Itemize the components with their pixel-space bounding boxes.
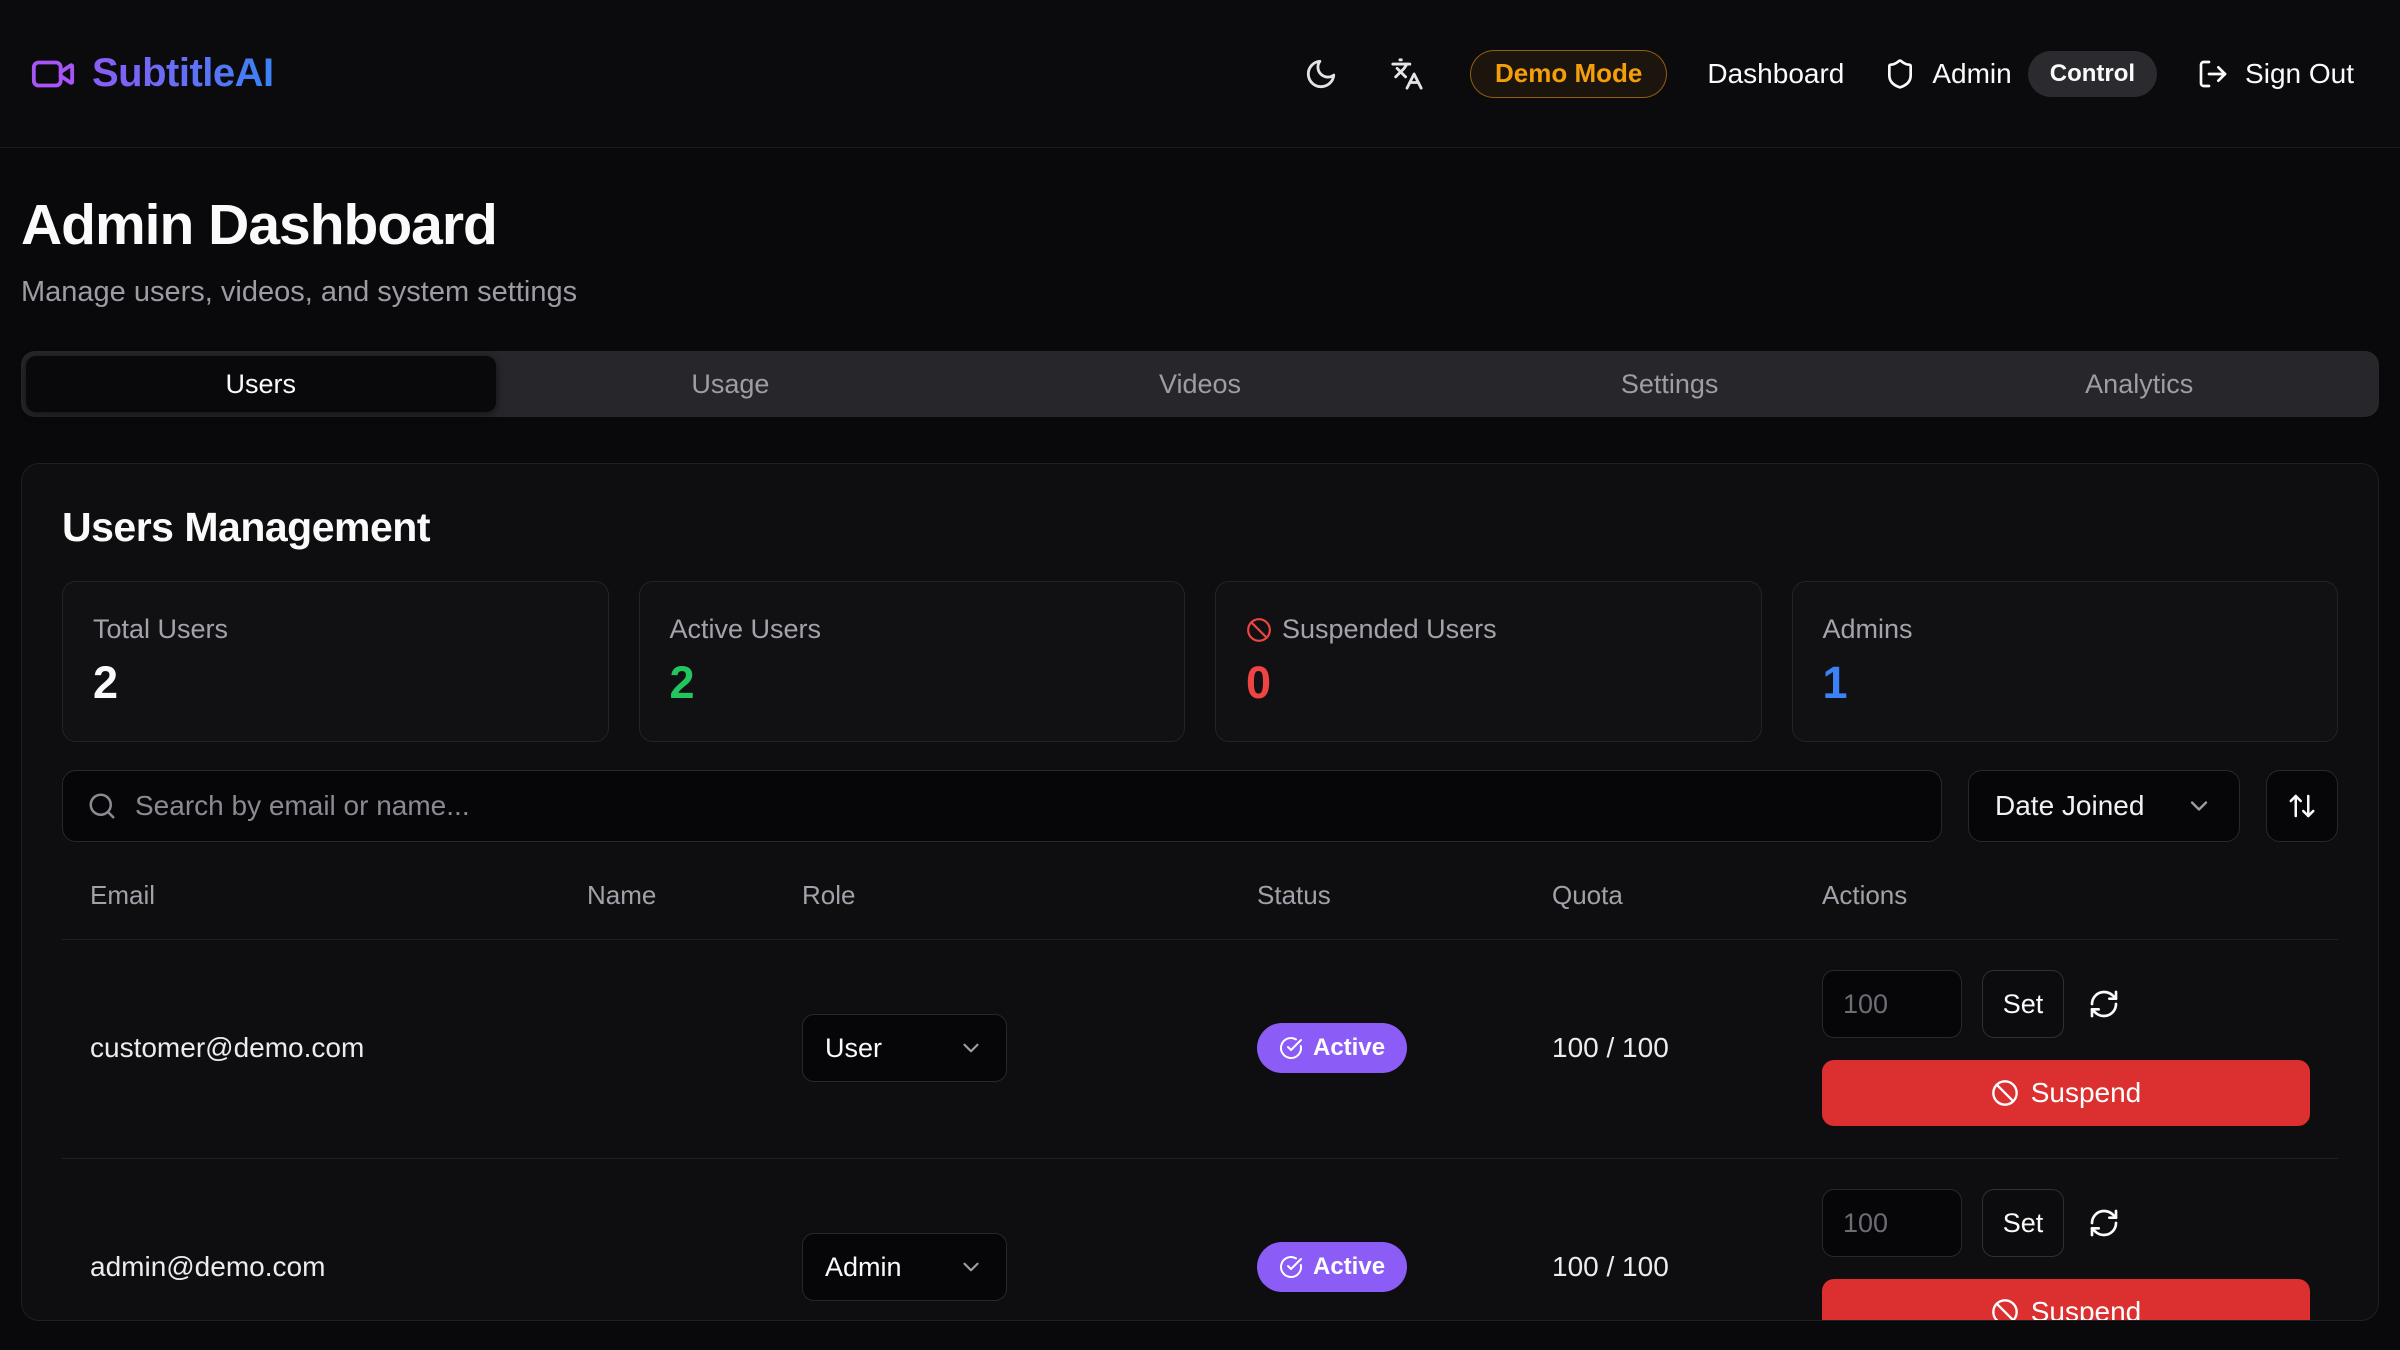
- tab-settings[interactable]: Settings: [1435, 356, 1905, 412]
- refresh-icon: [2088, 988, 2120, 1020]
- role-select[interactable]: User: [802, 1014, 1007, 1082]
- check-circle-icon: [1279, 1255, 1303, 1279]
- column-header-email: Email: [90, 880, 587, 911]
- page-title: Admin Dashboard: [21, 192, 2379, 258]
- user-quota: 100 / 100: [1552, 1251, 1822, 1283]
- stat-card-total-users: Total Users 2: [62, 581, 609, 742]
- set-quota-button[interactable]: Set: [1982, 970, 2064, 1038]
- column-header-status: Status: [1257, 880, 1552, 911]
- check-circle-icon: [1279, 1036, 1303, 1060]
- table-row: customer@demo.com User: [62, 940, 2338, 1159]
- stat-value: 2: [670, 657, 1155, 709]
- tab-videos[interactable]: Videos: [965, 356, 1435, 412]
- page-subtitle: Manage users, videos, and system setting…: [21, 276, 2379, 309]
- quota-input[interactable]: [1822, 970, 1962, 1038]
- role-select-value: User: [825, 1033, 882, 1064]
- sign-out-button[interactable]: Sign Out: [2197, 58, 2354, 90]
- main-content: Admin Dashboard Manage users, videos, an…: [0, 192, 2400, 1321]
- stat-card-suspended-users: Suspended Users 0: [1215, 581, 1762, 742]
- admin-indicator: Admin Control: [1884, 51, 2157, 97]
- search-input[interactable]: [135, 790, 1917, 822]
- nav-right: Demo Mode Dashboard Admin Control Sign O…: [1298, 50, 2354, 98]
- column-header-role: Role: [802, 880, 1257, 911]
- user-quota: 100 / 100: [1552, 1032, 1822, 1064]
- brand-logo[interactable]: SubtitleAI: [30, 51, 274, 97]
- column-header-actions: Actions: [1822, 880, 2310, 911]
- dashboard-link[interactable]: Dashboard: [1707, 58, 1844, 90]
- quota-actions: Set: [1822, 970, 2310, 1038]
- admin-label: Admin: [1932, 58, 2011, 90]
- quota-input[interactable]: [1822, 1189, 1962, 1257]
- table-row: admin@demo.com Admin: [62, 1159, 2338, 1321]
- tab-analytics[interactable]: Analytics: [1904, 356, 2374, 412]
- brand-name: SubtitleAI: [92, 51, 274, 96]
- sign-out-label: Sign Out: [2245, 58, 2354, 90]
- log-out-icon: [2197, 58, 2229, 90]
- role-select-value: Admin: [825, 1252, 902, 1283]
- ban-icon: [1991, 1079, 2019, 1107]
- stat-value: 2: [93, 657, 578, 709]
- user-email: admin@demo.com: [90, 1251, 587, 1283]
- theme-toggle-button[interactable]: [1298, 51, 1344, 97]
- ban-icon: [1246, 617, 1272, 643]
- stat-card-admins: Admins 1: [1792, 581, 2339, 742]
- ban-icon: [1991, 1298, 2019, 1321]
- shield-icon: [1884, 58, 1916, 90]
- suspend-button-label: Suspend: [2031, 1077, 2142, 1109]
- table-header-row: Email Name Role Status Quota Actions: [62, 880, 2338, 940]
- sort-field-select[interactable]: Date Joined: [1968, 770, 2240, 842]
- stat-cards: Total Users 2 Active Users 2 Suspended U…: [62, 581, 2338, 742]
- chevron-down-icon: [958, 1035, 984, 1061]
- user-email: customer@demo.com: [90, 1032, 587, 1064]
- refresh-icon: [2088, 1207, 2120, 1239]
- stat-value: 0: [1246, 657, 1731, 709]
- quota-actions: Set: [1822, 1189, 2310, 1257]
- stat-card-active-users: Active Users 2: [639, 581, 1186, 742]
- stat-label: Total Users: [93, 614, 578, 645]
- status-badge: Active: [1257, 1023, 1407, 1073]
- stat-value: 1: [1823, 657, 2308, 709]
- stat-label: Admins: [1823, 614, 2308, 645]
- suspend-button[interactable]: Suspend: [1822, 1060, 2310, 1126]
- refresh-quota-button[interactable]: [2084, 984, 2124, 1024]
- panel-title: Users Management: [62, 504, 2338, 551]
- tab-bar: Users Usage Videos Settings Analytics: [21, 351, 2379, 417]
- search-box: [62, 770, 1942, 842]
- suspend-button[interactable]: Suspend: [1822, 1279, 2310, 1321]
- language-button[interactable]: [1384, 51, 1430, 97]
- top-nav: SubtitleAI Demo Mode Dashboard: [0, 0, 2400, 148]
- column-header-quota: Quota: [1552, 880, 1822, 911]
- video-camera-icon: [30, 51, 76, 97]
- control-badge[interactable]: Control: [2028, 51, 2157, 97]
- suspend-button-label: Suspend: [2031, 1296, 2142, 1321]
- sort-direction-button[interactable]: [2266, 770, 2338, 842]
- column-header-name: Name: [587, 880, 802, 911]
- tab-usage[interactable]: Usage: [496, 356, 966, 412]
- role-select[interactable]: Admin: [802, 1233, 1007, 1301]
- status-badge: Active: [1257, 1242, 1407, 1292]
- row-actions: Set: [1822, 970, 2310, 1126]
- refresh-quota-button[interactable]: [2084, 1203, 2124, 1243]
- demo-mode-badge: Demo Mode: [1470, 50, 1667, 98]
- set-quota-button[interactable]: Set: [1982, 1189, 2064, 1257]
- arrow-up-down-icon: [2287, 791, 2317, 821]
- moon-icon: [1304, 57, 1338, 91]
- users-table: Email Name Role Status Quota Actions cus…: [62, 880, 2338, 1321]
- chevron-down-icon: [2185, 792, 2213, 820]
- status-badge-label: Active: [1313, 1253, 1385, 1281]
- stat-label: Active Users: [670, 614, 1155, 645]
- languages-icon: [1390, 57, 1424, 91]
- chevron-down-icon: [958, 1254, 984, 1280]
- status-badge-label: Active: [1313, 1034, 1385, 1062]
- sort-field-value: Date Joined: [1995, 790, 2144, 822]
- tab-users[interactable]: Users: [26, 356, 496, 412]
- row-actions: Set: [1822, 1189, 2310, 1321]
- stat-label-text: Suspended Users: [1282, 614, 1497, 645]
- search-icon: [87, 791, 117, 821]
- users-management-panel: Users Management Total Users 2 Active Us…: [21, 463, 2379, 1321]
- table-toolbar: Date Joined: [62, 770, 2338, 842]
- stat-label: Suspended Users: [1246, 614, 1731, 645]
